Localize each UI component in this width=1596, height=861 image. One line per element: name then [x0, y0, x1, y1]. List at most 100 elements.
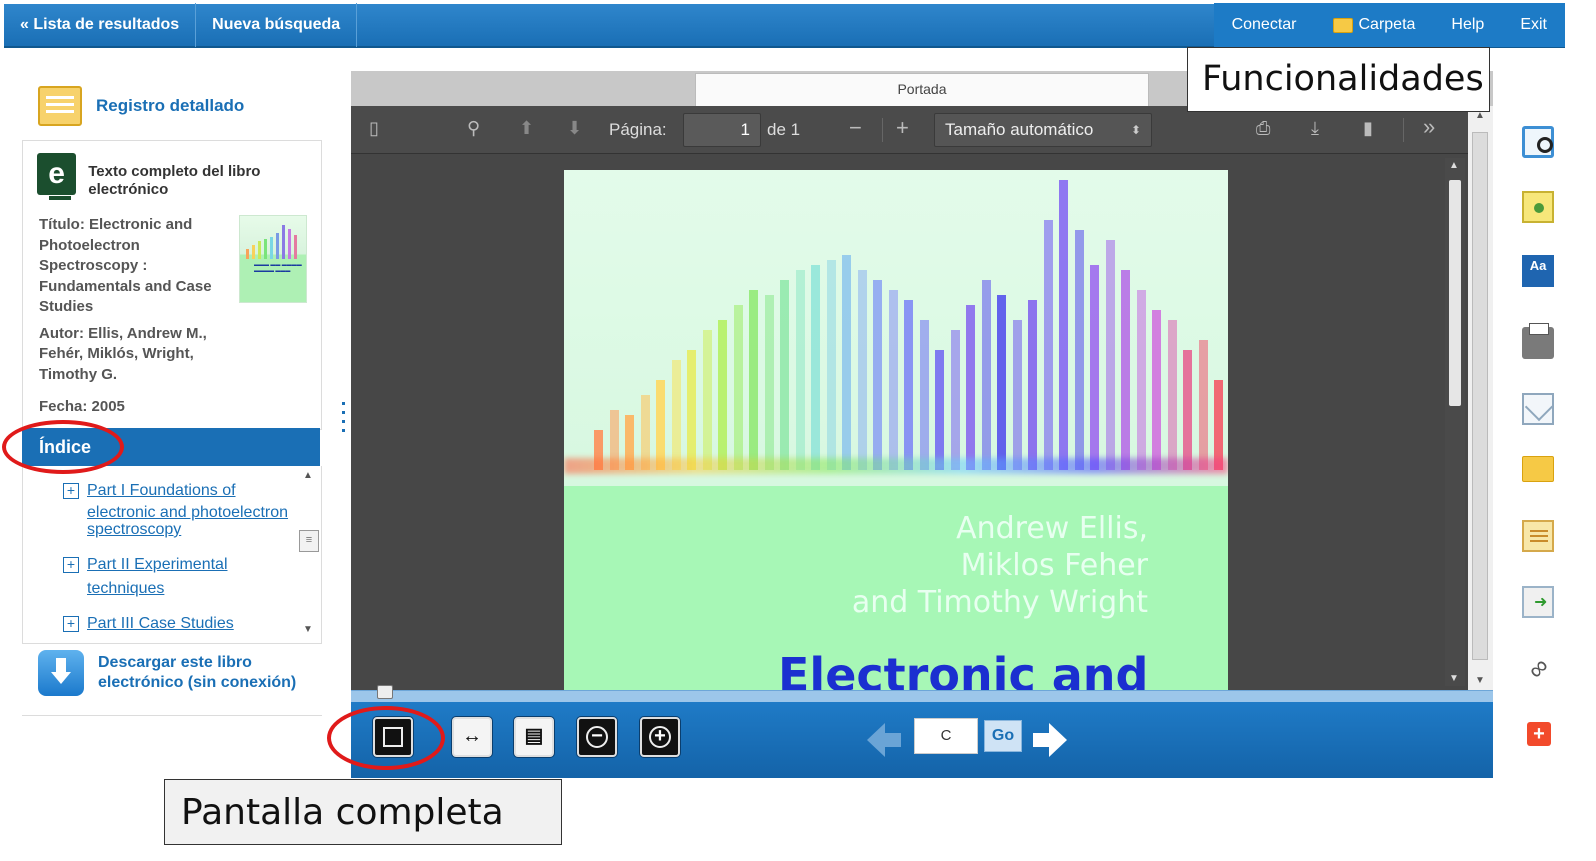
toc-link[interactable]: Part I Foundations of	[87, 480, 288, 502]
cover-authors: Andrew Ellis, Miklos Feher and Timothy W…	[852, 510, 1148, 621]
toc-item: + Part II Experimental techniques	[63, 554, 228, 600]
cover-bar	[780, 280, 789, 470]
export-icon[interactable]	[1522, 586, 1554, 618]
cover-author-line: Miklos Feher	[960, 548, 1148, 583]
print-icon[interactable]: ⎙	[1256, 118, 1270, 139]
share-plus-icon[interactable]: +	[1527, 722, 1551, 746]
ebook-info-panel: e Texto completo del libro electrónico T…	[22, 140, 322, 430]
cover-bar	[795, 270, 805, 470]
cover-bar	[904, 300, 913, 470]
book-cover-thumbnail[interactable]: ▬▬▬ ▬▬ ▬▬▬▬ ▬▬▬▬ ▬▬▬	[239, 215, 307, 303]
cover-bar	[1012, 320, 1022, 470]
sidebar-toggle-icon[interactable]: ▯	[369, 118, 379, 139]
expand-icon[interactable]: +	[63, 616, 79, 632]
next-page-icon[interactable]: ⬇	[567, 118, 582, 139]
toc-scrollbar[interactable]: ▲ ≡ ▼	[297, 470, 319, 640]
dictionary-icon[interactable]: Aa	[1522, 255, 1554, 287]
toc-link-cont[interactable]: spectroscopy	[87, 522, 288, 538]
bookmark-icon[interactable]: ▮	[1363, 118, 1373, 139]
zoom-in-button[interactable]: +	[640, 717, 680, 757]
zoom-select[interactable]: Tamaño automático ⬍	[934, 113, 1152, 147]
pdf-scrollbar[interactable]: ▲ ▼	[1445, 158, 1465, 686]
zoom-out-icon[interactable]: −	[849, 115, 862, 141]
fit-page-button[interactable]: ▤	[514, 717, 554, 757]
scroll-thumb[interactable]	[1449, 180, 1461, 406]
toc-item: + Part III Case Studies	[63, 613, 234, 635]
new-search-link[interactable]: Nueva búsqueda	[196, 3, 358, 47]
folder-link[interactable]: Carpeta	[1315, 3, 1434, 47]
search-icon[interactable]: ⚲	[467, 118, 480, 139]
home-icon[interactable]	[377, 685, 393, 699]
scroll-down-icon[interactable]: ▼	[297, 624, 319, 640]
help-link[interactable]: Help	[1433, 3, 1502, 47]
horizontal-slider[interactable]	[351, 685, 1493, 702]
cover-bar	[935, 350, 944, 470]
scroll-up-icon[interactable]: ▲	[1449, 160, 1459, 171]
folder-icon[interactable]	[1522, 456, 1554, 482]
pdf-viewer: ▯ ⚲ ⬆ ⬇ Página: 1 de 1 − + Tamaño automá…	[351, 106, 1493, 690]
go-button[interactable]: Go	[984, 720, 1022, 752]
more-tools-icon[interactable]: »	[1423, 114, 1435, 140]
goto-page-input[interactable]: C	[914, 718, 978, 754]
zoom-select-value: Tamaño automático	[945, 120, 1094, 139]
image-icon[interactable]	[1522, 191, 1554, 223]
detailed-record-link[interactable]: Registro detallado	[22, 78, 322, 134]
print-icon[interactable]	[1522, 323, 1554, 359]
download-ebook-link[interactable]: Descargar este libro electrónico (sin co…	[38, 650, 296, 696]
scroll-up-icon[interactable]: ▲	[297, 470, 319, 486]
panel-splitter[interactable]	[341, 396, 347, 460]
toc-link-cont[interactable]: techniques	[87, 578, 228, 600]
next-arrow-icon[interactable]	[1033, 723, 1067, 757]
previous-arrow-icon[interactable]	[867, 723, 901, 757]
connect-link[interactable]: Conectar	[1214, 3, 1315, 47]
title-line: Título: Electronic and	[39, 216, 193, 233]
fit-width-button[interactable]: ↔	[452, 717, 492, 757]
folder-icon	[1332, 17, 1353, 33]
ebook-icon: e	[37, 153, 77, 200]
viewer-scrollbar[interactable]: ▲ ▼	[1468, 106, 1493, 690]
title-line: Fundamentals and Case	[39, 277, 212, 295]
top-navigation-bar: « Lista de resultados Nueva búsqueda Con…	[4, 3, 1565, 48]
toc-link[interactable]: Part III Case Studies	[87, 613, 234, 635]
index-highlight-ring	[2, 420, 124, 474]
email-icon[interactable]	[1522, 393, 1554, 425]
zoom-out-button[interactable]: −	[577, 717, 617, 757]
title-line: Photoelectron	[39, 236, 140, 254]
exit-link[interactable]: Exit	[1502, 3, 1565, 47]
cover-bar	[1214, 380, 1223, 470]
previous-page-icon[interactable]: ⬆	[519, 118, 534, 139]
download-label: Descargar este libro	[98, 654, 252, 671]
notes-icon[interactable]	[1522, 520, 1554, 552]
download-icon[interactable]: ⤓	[1311, 118, 1319, 139]
search-inside-icon[interactable]	[1522, 126, 1554, 158]
page-number-input[interactable]: 1	[683, 113, 761, 147]
scroll-thumb[interactable]	[1472, 132, 1488, 660]
cover-bar	[733, 305, 743, 470]
toc-link-cont[interactable]: electronic and photoelectron	[87, 504, 288, 522]
permalink-icon[interactable]: ∞	[1515, 645, 1560, 690]
cover-title: Electronic and	[778, 648, 1149, 690]
cover-bar	[811, 265, 820, 470]
scroll-down-icon[interactable]: ▼	[1449, 673, 1459, 684]
pdf-page-area[interactable]: Andrew Ellis, Miklos Feher and Timothy W…	[351, 154, 1468, 690]
expand-icon[interactable]: +	[63, 557, 79, 573]
expand-icon[interactable]: +	[63, 483, 79, 499]
title-line: Spectroscopy :	[39, 257, 148, 274]
cover-bar	[1167, 320, 1177, 470]
viewer-bottom-bar: ↔ ▤ − + C Go	[351, 702, 1493, 778]
ebook-viewer: Portada ▯ ⚲ ⬆ ⬇ Página: 1 de 1 − + Tamañ…	[351, 71, 1493, 778]
toc-link[interactable]: Part II Experimental	[87, 554, 228, 576]
cover-author-line: Andrew Ellis,	[956, 511, 1148, 546]
cover-bar	[1043, 220, 1053, 470]
cover-bar	[857, 270, 867, 470]
author-line: Fehér, Miklós, Wright,	[39, 345, 194, 362]
tab-cover[interactable]: Portada	[695, 73, 1149, 106]
scroll-down-icon[interactable]: ▼	[1475, 675, 1485, 686]
page-total: de 1	[767, 120, 801, 139]
cover-bar	[749, 290, 758, 470]
zoom-in-icon[interactable]: +	[896, 115, 909, 141]
results-list-link[interactable]: « Lista de resultados	[4, 3, 197, 47]
chevron-updown-icon: ⬍	[1130, 123, 1141, 137]
scroll-thumb[interactable]: ≡	[299, 530, 319, 552]
cover-bar	[1121, 270, 1130, 470]
